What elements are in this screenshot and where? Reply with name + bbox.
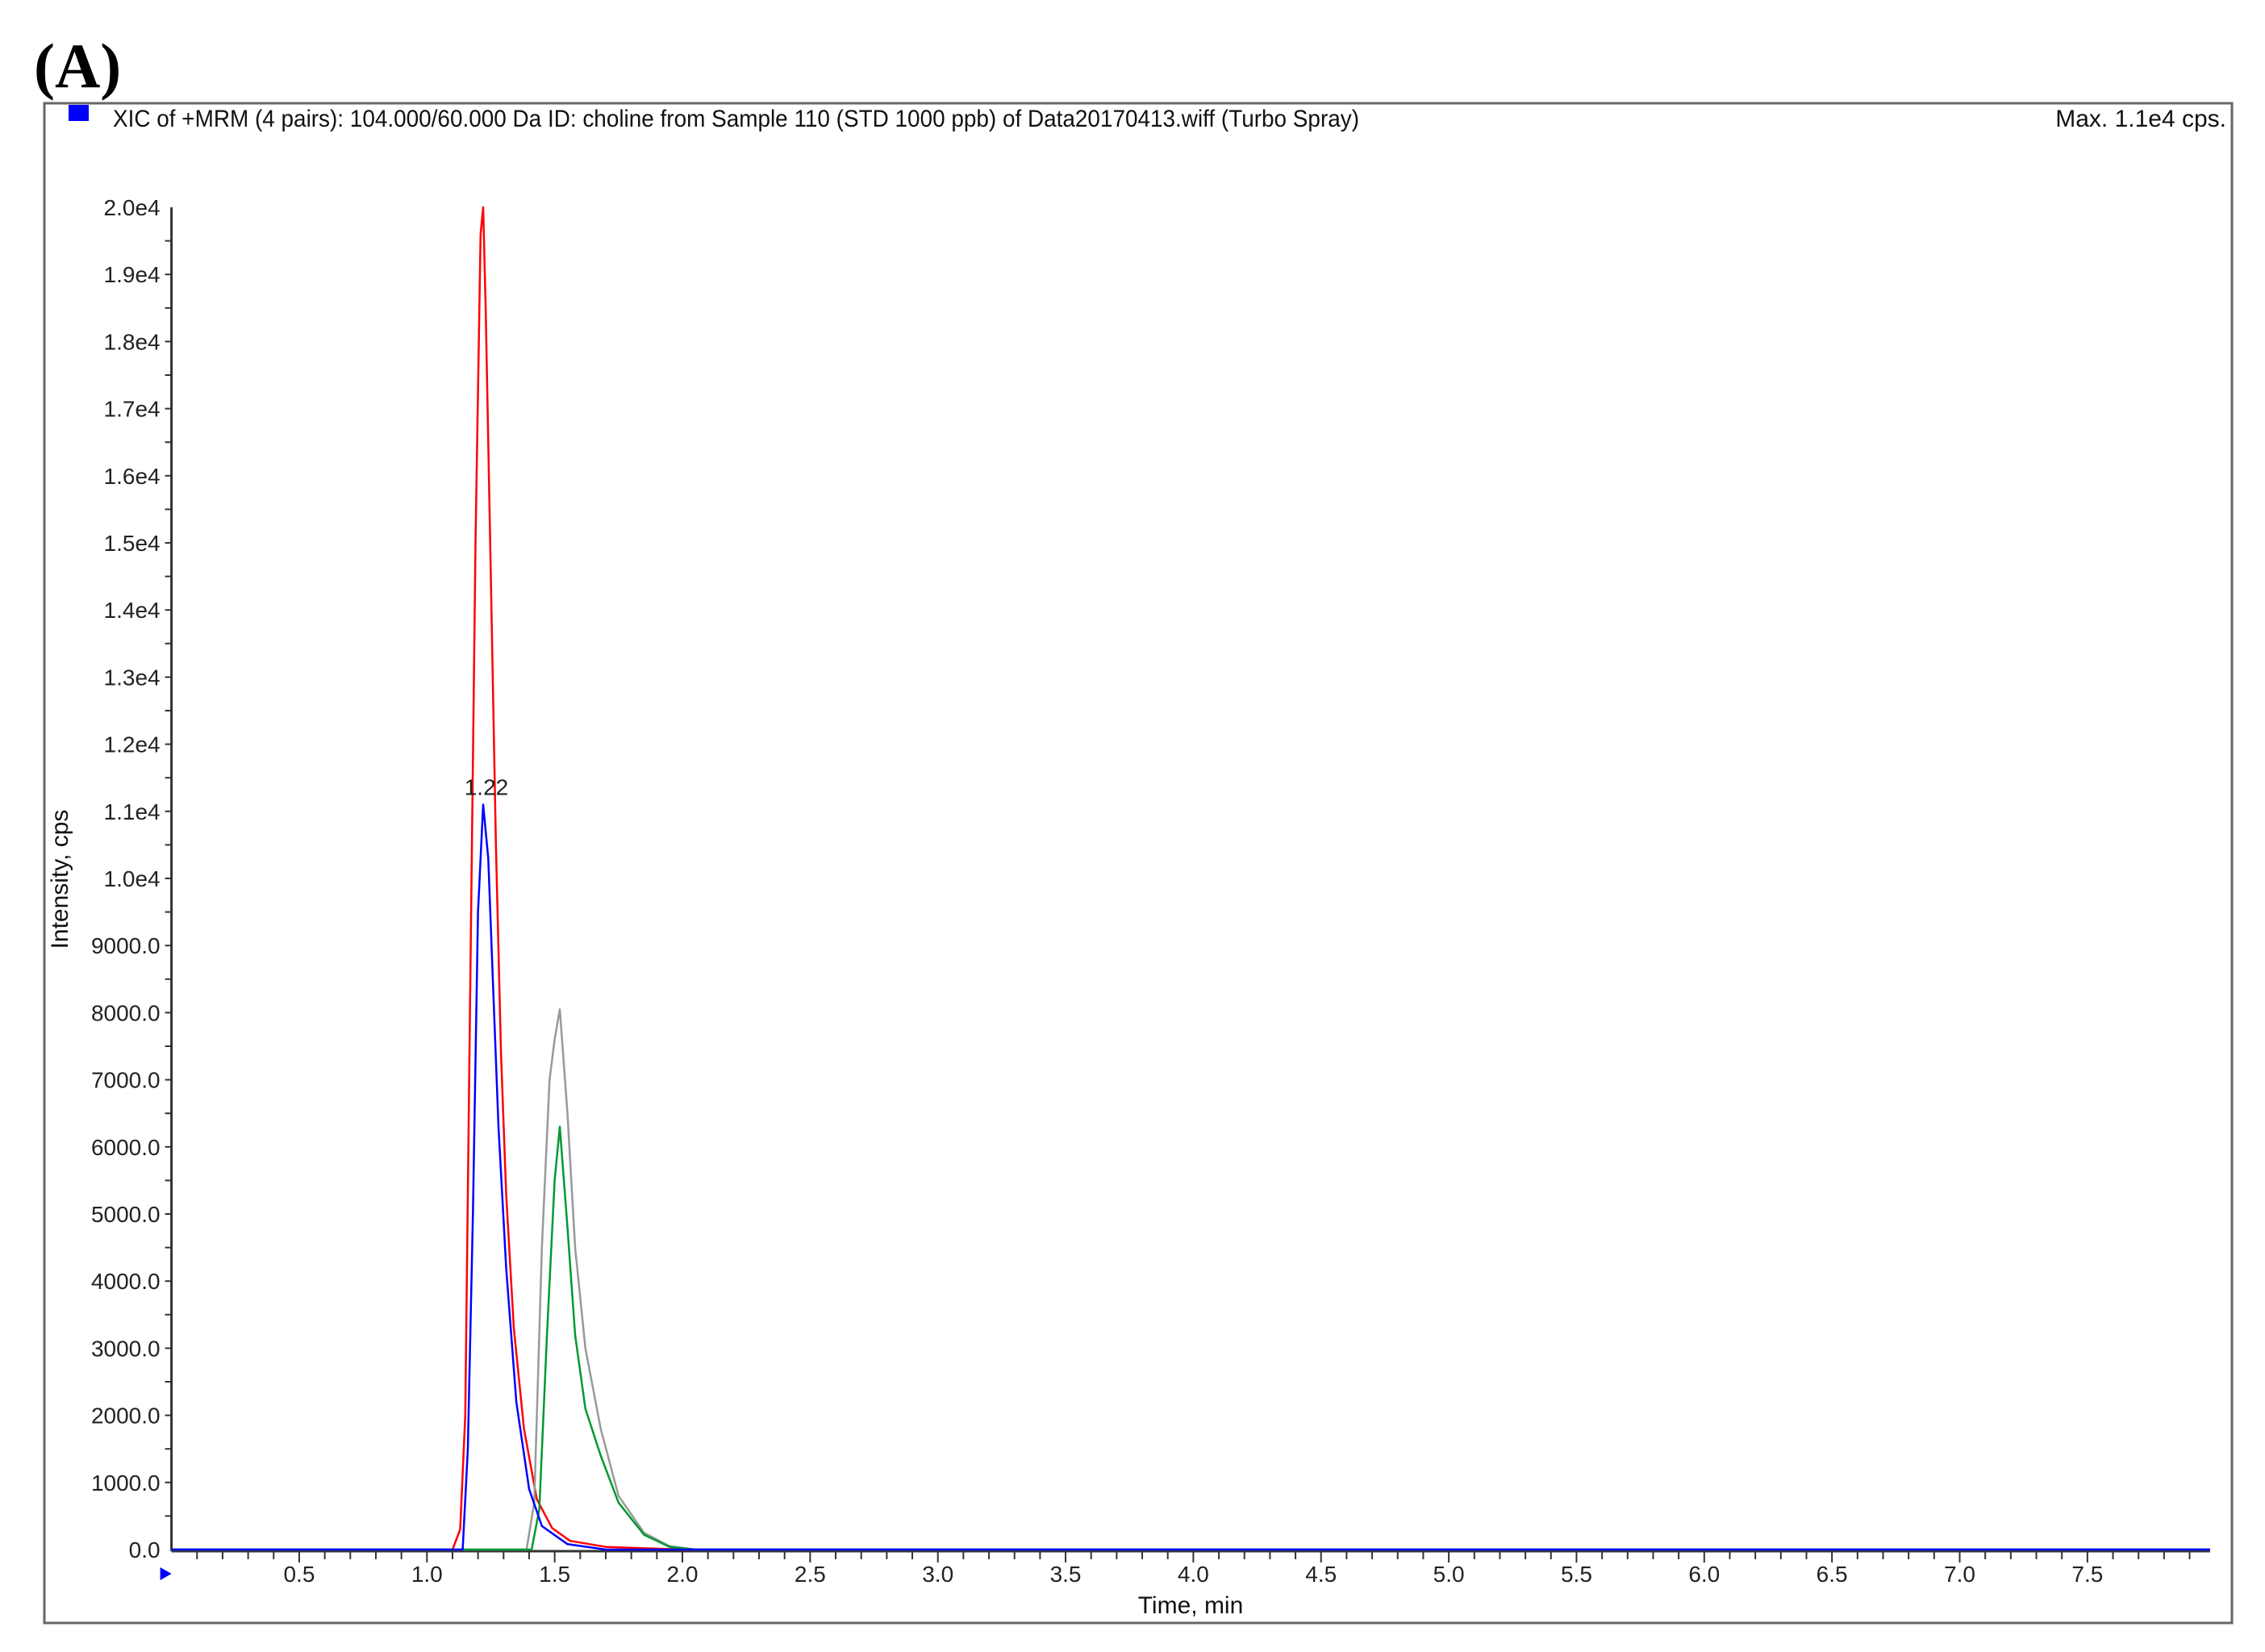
x-tick-label: 5.5 [1561, 1562, 1592, 1587]
y-tick-label: 1.5e4 [104, 531, 161, 556]
y-tick-label: 1.2e4 [104, 732, 161, 757]
y-tick-label: 2.0e4 [104, 195, 161, 220]
y-tick-label: 2000.0 [91, 1404, 161, 1429]
y-tick-label: 7000.0 [91, 1068, 161, 1093]
y-tick-label: 1000.0 [91, 1471, 161, 1496]
y-tick-label: 8000.0 [91, 1000, 161, 1025]
y-tick-label: 6000.0 [91, 1135, 161, 1160]
x-tick-label: 6.0 [1688, 1562, 1720, 1587]
x-axis-label: Time, min [1138, 1592, 1244, 1619]
x-tick-label: 2.0 [667, 1562, 699, 1587]
y-tick-label: 1.1e4 [104, 799, 161, 824]
y-tick-label: 1.9e4 [104, 262, 161, 287]
y-tick-label: 3000.0 [91, 1336, 161, 1361]
legend-square-icon [69, 105, 89, 121]
y-tick-label: 9000.0 [91, 933, 161, 958]
x-tick-label: 0.5 [283, 1562, 315, 1587]
y-tick-label: 1.7e4 [104, 397, 161, 422]
y-tick-label: 1.0e4 [104, 866, 161, 891]
peak-label: 1.22 [465, 774, 509, 799]
x-tick-label: 3.0 [922, 1562, 953, 1587]
x-tick-label: 4.0 [1178, 1562, 1209, 1587]
x-tick-label: 3.5 [1050, 1562, 1082, 1587]
chromatogram-chart: (A) XIC of +MRM (4 pairs): 104.000/60.00… [34, 31, 2234, 1625]
x-tick-label: 2.5 [795, 1562, 826, 1587]
y-axis-label: Intensity, cps [47, 810, 73, 949]
y-tick-label: 1.6e4 [104, 464, 161, 489]
x-tick-label: 7.5 [2071, 1562, 2103, 1587]
y-tick-label: 1.8e4 [104, 329, 161, 354]
y-tick-label: 5000.0 [91, 1202, 161, 1227]
y-tick-label: 1.4e4 [104, 598, 161, 623]
y-tick-label: 1.3e4 [104, 665, 161, 690]
panel-label: (A) [34, 31, 121, 101]
x-tick-label: 5.0 [1433, 1562, 1465, 1587]
y-tick-label: 4000.0 [91, 1269, 161, 1294]
x-tick-label: 7.0 [1944, 1562, 1975, 1587]
max-intensity-label: Max. 1.1e4 cps. [2055, 106, 2226, 132]
x-tick-label: 1.0 [411, 1562, 443, 1587]
x-tick-label: 4.5 [1305, 1562, 1337, 1587]
x-tick-label: 6.5 [1817, 1562, 1848, 1587]
x-tick-label: 1.5 [539, 1562, 570, 1587]
chart-title: XIC of +MRM (4 pairs): 104.000/60.000 Da… [113, 106, 1359, 132]
y-tick-label: 0.0 [129, 1537, 161, 1562]
plot-frame [43, 102, 2234, 1625]
